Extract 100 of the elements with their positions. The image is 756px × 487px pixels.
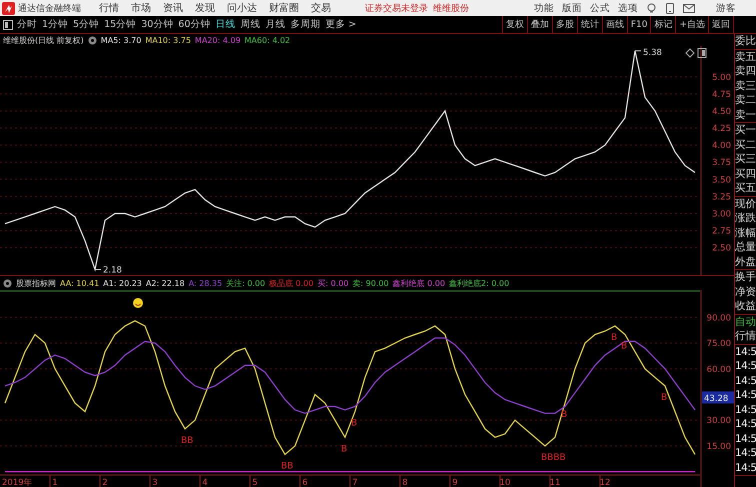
legend-value: MA10: 3.75	[145, 36, 191, 44]
menu-item[interactable]: 市场	[131, 1, 151, 15]
period-tab[interactable]: 分时	[17, 18, 37, 31]
time-axis-label: 9	[452, 478, 458, 487]
buy-signal-label: B	[661, 392, 668, 403]
quote-label: 涨跌	[735, 211, 756, 226]
mail-icon[interactable]	[683, 4, 695, 12]
period-tab[interactable]: 5分钟	[73, 18, 100, 31]
time-axis-label: 6	[302, 478, 308, 487]
chart-toolbar-button[interactable]: 标记	[650, 16, 676, 33]
chart-toolbar-button[interactable]: 多股	[552, 16, 577, 33]
period-tab[interactable]: 日线	[215, 18, 236, 31]
axis-tick-label: 75.00	[706, 339, 731, 350]
period-tab[interactable]: 月线	[265, 18, 286, 31]
quote-label: 卖二	[735, 93, 756, 108]
bulb-icon[interactable]	[646, 2, 657, 14]
menu-item[interactable]: 行情	[99, 1, 119, 15]
quote-label: 卖三	[735, 78, 756, 93]
chart-toolbar-button[interactable]: 复权	[502, 16, 527, 33]
period-tab[interactable]: 60分钟	[178, 18, 210, 31]
quote-label: 收益	[735, 299, 756, 314]
chart-toolbar-button[interactable]: +自选	[675, 16, 708, 33]
axis-tick-label: 4.00	[712, 141, 731, 152]
quote-label: 行情	[735, 329, 756, 344]
menu-item[interactable]: 问小达	[227, 1, 257, 15]
buy-signal-label: B	[561, 410, 568, 420]
diamond-icon[interactable]	[685, 48, 695, 58]
axis-tick-label: 2.50	[712, 244, 731, 254]
quote-label: 14:5	[735, 402, 756, 417]
period-tab[interactable]: 多周期	[290, 18, 320, 31]
quote-label: 委比	[735, 34, 756, 48]
panel-icon[interactable]	[698, 48, 706, 58]
quote-label: 净资	[735, 284, 756, 299]
user-label[interactable]: 游客	[716, 2, 736, 14]
axis-tick-label: 15.00	[706, 442, 731, 452]
quote-label: 14:5	[735, 446, 756, 460]
price-extreme-label: 2.18	[94, 266, 122, 275]
menu-item[interactable]: 交易	[311, 1, 331, 15]
legend-value: 买: 0.00	[317, 278, 349, 288]
period-tab[interactable]: 周线	[240, 18, 260, 31]
time-axis-label: 2	[102, 478, 108, 487]
quote-label: 14:5	[735, 388, 756, 402]
quote-label: 总量	[735, 240, 756, 254]
year-label: 2019年	[2, 478, 33, 487]
menu-item[interactable]: 财富圈	[269, 1, 299, 15]
time-axis-label: 5	[252, 478, 258, 487]
axis-tick-label: 90.00	[706, 313, 731, 324]
axis-tick-label: 3.00	[712, 209, 731, 220]
menu-item[interactable]: 资讯	[163, 1, 183, 15]
axis-tick-label: 3.50	[712, 175, 731, 186]
chart-toolbar-button[interactable]: 统计	[576, 16, 602, 33]
buy-signal-label: B	[611, 332, 618, 343]
legend-value: MA60: 4.02	[244, 36, 290, 44]
legend-value: MA5: 3.70	[100, 36, 142, 44]
current-value-badge: 43.28	[702, 391, 734, 404]
phone-icon[interactable]	[666, 2, 674, 14]
app-title: 通达信金融终端	[18, 2, 81, 14]
gear-icon[interactable]	[88, 36, 97, 44]
menu-item[interactable]: 功能	[534, 2, 554, 14]
quote-label: 买二	[735, 138, 756, 152]
period-tab[interactable]: 15分钟	[104, 18, 136, 31]
legend-value: 鑫利绝底 0.00	[392, 278, 446, 288]
menu-item[interactable]: 版面	[562, 2, 582, 14]
axis-tick-label: 30.00	[706, 416, 731, 426]
panel-toggle-icon[interactable]	[3, 20, 13, 30]
menu-item[interactable]: 发现	[195, 1, 215, 15]
buy-signal-label: BB	[181, 436, 194, 446]
quote-label: 自动	[735, 314, 756, 329]
period-tab[interactable]: 1分钟	[42, 18, 68, 31]
indicator-title: 股票指标网	[16, 278, 56, 288]
stock-name: 维维股份	[433, 2, 469, 14]
chart-toolbar-button[interactable]: 画线	[602, 16, 627, 33]
axis-tick-label: 3.75	[712, 158, 731, 168]
quote-label: 14:5	[735, 374, 756, 388]
quote-label: 14:5	[735, 460, 756, 475]
time-axis-label: 3	[152, 478, 158, 487]
buy-signal-label: B	[341, 444, 348, 454]
quote-label: 现价	[735, 196, 756, 211]
quote-label: 外盘	[735, 254, 756, 269]
period-tab[interactable]: 30分钟	[141, 18, 174, 31]
period-tab[interactable]: 更多 >	[325, 18, 356, 31]
quote-label: 14:5	[735, 359, 756, 374]
quote-label: 14:5	[735, 432, 756, 446]
legend-value: 极品底 0.00	[269, 278, 314, 288]
price-extreme-label: 5.38	[634, 48, 662, 58]
quote-label: 买一	[735, 123, 756, 138]
legend-value: MA20: 4.09	[194, 36, 241, 44]
buy-signal-label: BB	[281, 461, 294, 472]
quote-label: 买五	[735, 181, 756, 196]
legend-value: A1: 20.23	[103, 278, 142, 288]
quote-label: 14:5	[735, 417, 756, 432]
login-notice[interactable]: 证券交易未登录	[365, 2, 428, 14]
time-axis-label: 4	[202, 478, 208, 487]
axis-tick-label: 2.75	[712, 226, 731, 237]
gear-icon[interactable]	[3, 278, 12, 288]
legend-value: AA: 10.41	[60, 278, 100, 288]
axis-tick-label: 3.25	[712, 192, 731, 202]
menu-item[interactable]: 选项	[618, 2, 638, 14]
menu-item[interactable]: 公式	[590, 2, 610, 14]
legend-value: A2: 22.18	[146, 278, 185, 288]
